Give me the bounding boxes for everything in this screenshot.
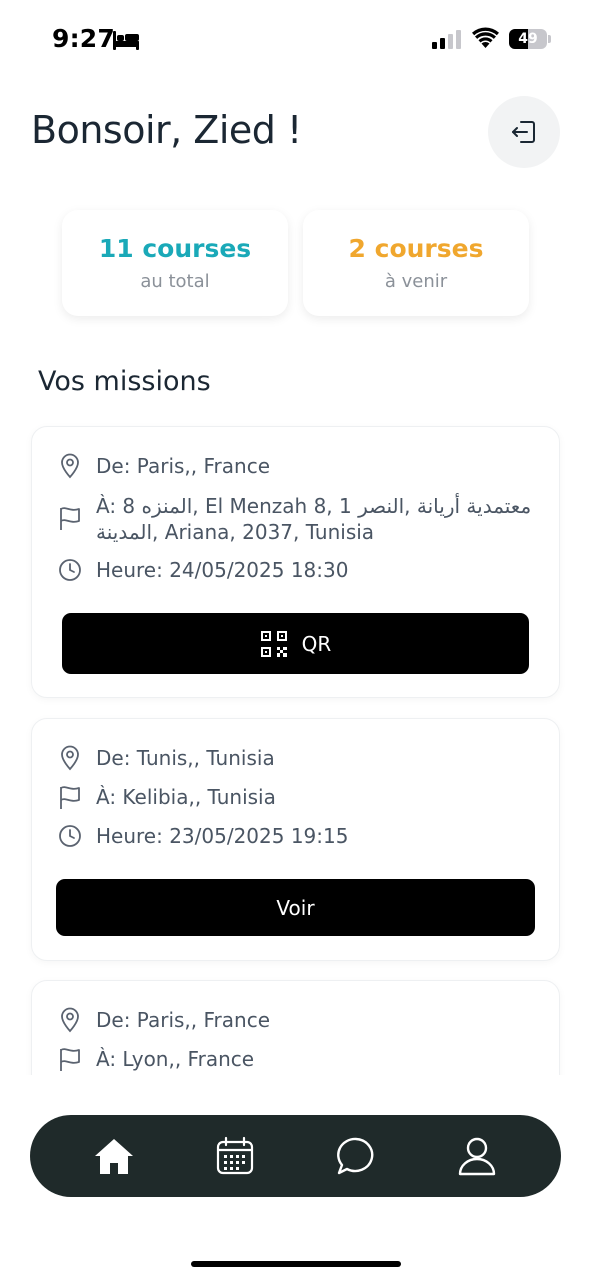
bottom-tab-bar [30,1115,561,1197]
tab-home[interactable] [81,1123,147,1189]
mission-time: Heure: 24/05/2025 18:30 [96,558,349,582]
greeting-title: Bonsoir, Zied ! [31,108,302,152]
cellular-signal-icon [432,30,461,49]
bed-icon [113,31,139,50]
mission-to-line1: À: 8 المنزه, El Menzah 8, معتمدية أريانة… [96,494,532,518]
mission-from: De: Paris,, France [96,454,270,478]
stat-upcoming-label: à venir [384,271,448,292]
logout-button[interactable] [488,96,560,168]
stat-card-total: 11 courses au total [62,210,288,316]
stat-total-value: 11 courses [98,234,252,263]
flag-icon [60,507,80,530]
status-bar: 9:27 49 [0,0,591,80]
home-indicator [191,1261,401,1267]
stat-total-label: au total [140,271,210,292]
location-pin-icon [61,1007,79,1033]
mission-from: De: Paris,, France [96,1008,270,1032]
mission-from-row: De: Paris,, France [58,1007,270,1033]
tab-messages[interactable] [323,1123,389,1189]
logout-icon [512,121,535,143]
mission-time: Heure: 23/05/2025 19:15 [96,824,349,848]
status-time: 9:27 [52,24,115,53]
location-pin-icon [61,745,79,771]
mission-to: À: 8 المنزه, El Menzah 8, معتمدية أريانة… [96,493,536,545]
mission-to-line2: المدينة, Ariana, 2037, Tunisia [96,520,375,544]
missions-section-title: Vos missions [38,366,211,397]
mission-to-row: À: Lyon,, France [58,1046,254,1072]
stat-card-upcoming: 2 courses à venir [303,210,529,316]
battery-indicator: 49 [509,29,551,49]
stat-upcoming-value: 2 courses [348,234,484,263]
mission-from: De: Tunis,, Tunisia [96,746,275,770]
battery-level: 49 [518,31,538,47]
mission-card[interactable]: De: Paris,, France À: 8 المنزه, El Menza… [31,426,560,698]
clock-icon [59,559,81,581]
tab-calendar[interactable] [202,1123,268,1189]
wifi-icon [472,27,499,48]
mission-card[interactable]: De: Tunis,, Tunisia À: Kelibia,, Tunisia… [31,718,560,961]
qr-code-icon [260,630,287,657]
tab-profile[interactable] [444,1123,510,1189]
voir-button-label: Voir [276,895,315,920]
mission-card[interactable]: De: Paris,, France À: Lyon,, France [31,980,560,1075]
mission-from-row: De: Tunis,, Tunisia [58,745,275,771]
mission-time-row: Heure: 23/05/2025 19:15 [58,823,348,849]
profile-icon [458,1137,495,1176]
mission-to-row: À: 8 المنزه, El Menzah 8, معتمدية أريانة… [58,493,536,545]
voir-button[interactable]: Voir [56,879,535,936]
home-icon [95,1139,134,1174]
qr-button[interactable]: QR [62,613,529,674]
chat-icon [336,1137,374,1175]
qr-button-label: QR [301,631,332,656]
mission-time-row: Heure: 24/05/2025 18:30 [58,557,348,583]
mission-to: À: Kelibia,, Tunisia [96,785,276,809]
flag-icon [60,786,80,809]
missions-list[interactable]: De: Paris,, France À: 8 المنزه, El Menza… [0,420,591,1075]
calendar-icon [217,1136,254,1175]
clock-icon [59,825,81,847]
mission-from-row: De: Paris,, France [58,453,270,479]
mission-to-row: À: Kelibia,, Tunisia [58,784,276,810]
location-pin-icon [61,453,79,479]
mission-to: À: Lyon,, France [96,1047,255,1071]
flag-icon [60,1048,80,1071]
